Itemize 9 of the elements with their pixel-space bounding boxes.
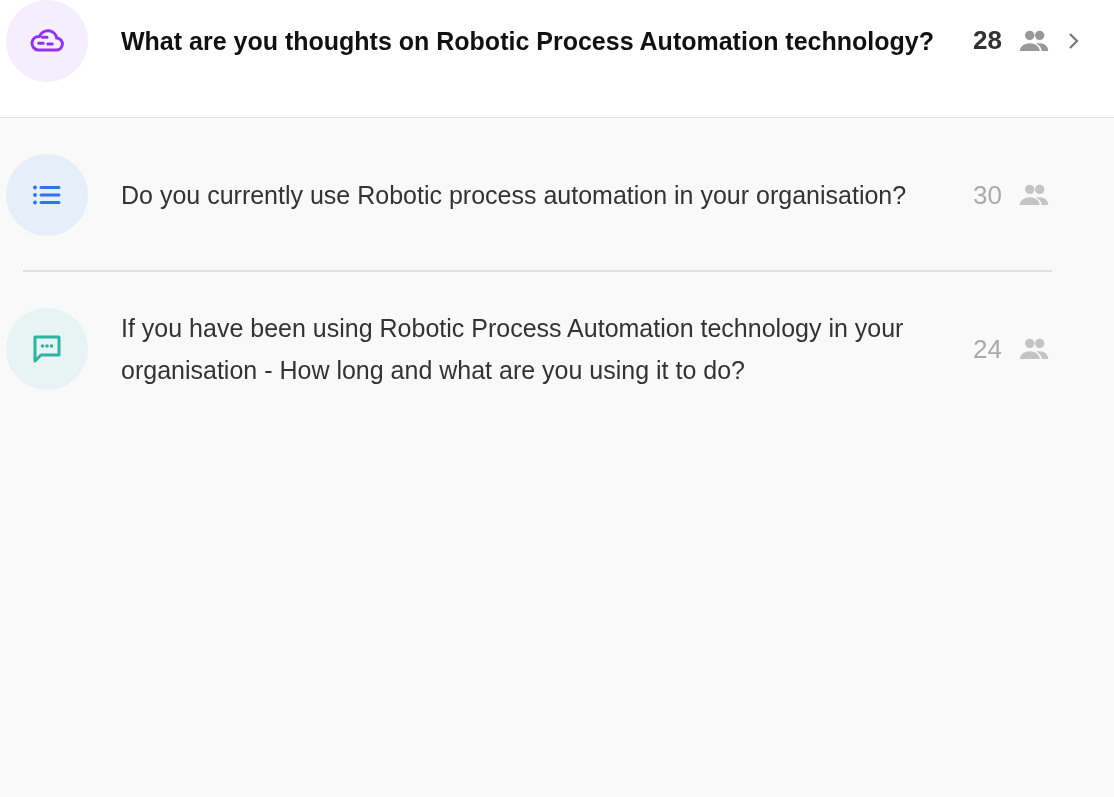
response-count: 24: [973, 333, 1003, 365]
question-row[interactable]: Do you currently use Robotic process automation in your organisation? 30: [0, 118, 1114, 272]
response-count: 30: [973, 179, 1003, 211]
question-text: Do you currently use Robotic process automation in your organisation?: [121, 180, 908, 211]
question-row[interactable]: What are you thoughts on Robotic Process Automation technology? 28: [0, 0, 1114, 118]
question-text: If you have been using Robotic Process Automation technology in your organisation - How long and what are you using it to do?: [121, 313, 905, 386]
question-text: What are you thoughts on Robotic Process Automation technology?: [121, 25, 935, 57]
question-row[interactable]: If you have been using Robotic Process Automation technology in your organisation - How long and what are you using it to do? 24: [0, 272, 1114, 426]
response-count: 28: [973, 25, 1003, 56]
